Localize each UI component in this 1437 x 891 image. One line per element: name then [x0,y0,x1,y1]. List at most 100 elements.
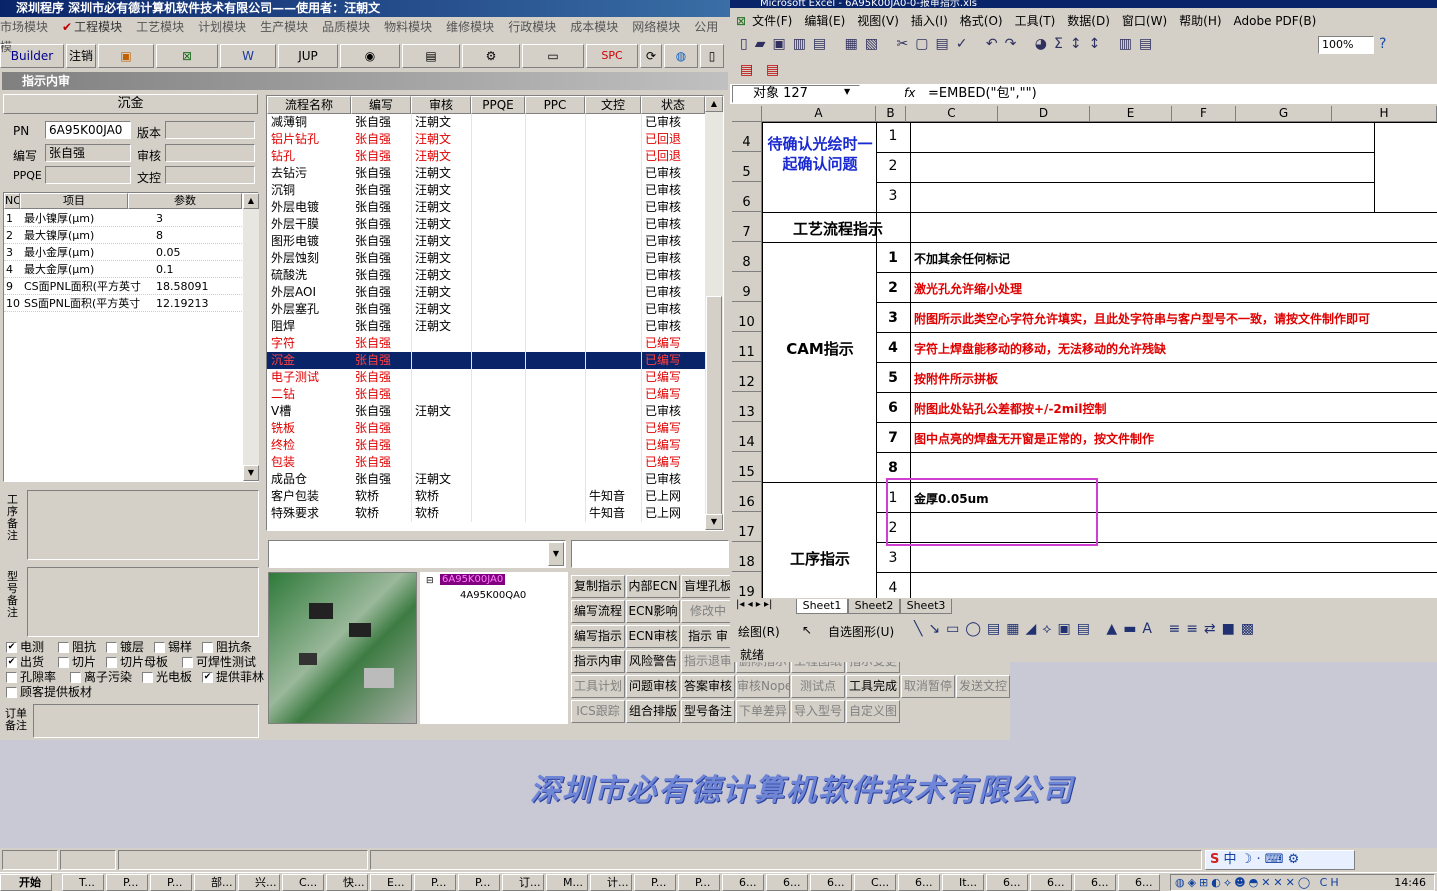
scroll-thumb[interactable] [706,296,722,516]
worksheet-grid[interactable]: A B C D E F G H 4 5 6 7 8 9 10 11 12 13 14 15 16 17 18 19 待确认光绘时… [732,106,1437,598]
refresh-icon[interactable]: ⟳ [640,44,662,68]
scroll-down-icon[interactable]: ▼ [705,514,723,530]
checkbox-box[interactable] [154,642,165,653]
column-header[interactable]: D [998,106,1090,122]
row-header[interactable]: 11 [732,332,762,362]
action-button[interactable]: 工具完成 [846,675,900,698]
start-button[interactable]: 开始 [0,874,52,891]
action-button[interactable]: 取消暂停 [901,675,955,698]
action-button[interactable]: ICS跟踪 [571,700,625,723]
checkbox-item[interactable]: 光电板 [142,668,192,685]
version-field[interactable] [165,121,255,139]
module-menu-item[interactable]: 工艺模块 [136,20,184,34]
action-button[interactable]: 问题审核 [626,675,680,698]
excel-menu-item[interactable]: 窗口(W) [1122,14,1167,28]
params-row[interactable]: 10 SS面PNL面积(平方英寸 12.19213 [4,295,242,312]
action-button[interactable]: 审核Nope [736,675,790,698]
action-button[interactable]: 发送文控 [956,675,1010,698]
checkbox-box[interactable] [202,642,213,653]
column-header[interactable]: H [1332,106,1437,122]
flow-row[interactable]: 阻焊 张自强 汪朝文 已审核 [267,318,705,335]
database-icon[interactable]: ▤ [402,44,460,68]
excel-menu-item[interactable]: 工具(T) [1015,14,1056,28]
process-note-field[interactable] [27,490,259,560]
jup-button[interactable]: JUP [278,44,338,68]
checkbox-box[interactable] [6,687,17,698]
row-header[interactable]: 8 [732,242,762,272]
excel-menu-item[interactable]: 数据(D) [1067,14,1110,28]
search-field[interactable] [571,540,729,568]
action-button[interactable]: ECN影响 [626,600,680,623]
cam-instruction[interactable]: 附图此处钻孔公差都按+/-2mil控制 [914,400,1434,417]
row-header[interactable]: 5 [732,152,762,182]
params-row[interactable]: 9 CS面PNL面积(平方英寸 18.58091 [4,278,242,295]
row-header[interactable]: 18 [732,542,762,572]
action-button[interactable]: 复制指示 [571,575,625,598]
excel-menu-item[interactable]: 帮助(H) [1179,14,1221,28]
taskbar-item[interactable]: 6... [810,874,852,891]
excel-menu-item[interactable]: 文件(F) [752,14,792,28]
action-button[interactable]: 指示退审 [681,650,735,673]
chevron-down-icon[interactable]: ▼ [548,542,564,566]
excel-menu-item[interactable]: 格式(O) [960,14,1003,28]
eye-icon[interactable]: ◉ [340,44,400,68]
flow-row[interactable]: 铝片钻孔 张自强 汪朝文 已回退 [267,131,705,148]
shape-icons[interactable]: ╲↘▭◯▤▦◢⟡▣▤ ▲▬A ≡≡⇄■▩ [914,621,1260,637]
action-button[interactable]: 型号备注 [681,700,735,723]
flow-row[interactable]: 沉金 张自强 已编写 [267,352,705,369]
formula-input[interactable]: =EMBED("包","") [928,85,1037,103]
cam-instruction[interactable]: 激光孔允许缩小处理 [914,280,1434,297]
tree-collapse-icon[interactable]: ⊟ [426,576,434,586]
doc-field[interactable] [165,166,255,184]
flow-column-header[interactable]: 状态 [641,96,705,114]
flow-row[interactable]: 终检 张自强 已编写 [267,437,705,454]
checkbox-box[interactable] [142,672,153,683]
taskbar-item[interactable]: 兴... [238,874,280,891]
sheet-nav-icon[interactable]: |◂ ◂ ▸ ▸| [736,599,772,610]
taskbar-item[interactable]: T... [62,874,104,891]
action-button[interactable]: 修改中 [681,600,735,623]
checkbox-box[interactable] [106,642,117,653]
logout-button[interactable]: 注销 [66,44,96,68]
cursor-icon[interactable]: ↖ [802,623,812,637]
taskbar-item[interactable]: 6... [1074,874,1116,891]
action-button[interactable]: 答案审核 [681,675,735,698]
params-column-header[interactable]: 参数 [128,193,242,209]
tray-icons[interactable]: ◍◈⊞◐⟡☻◓✕✕✕◯ CH [1175,875,1342,890]
module-menu-item[interactable]: 维修模块 [446,20,494,34]
flow-row[interactable]: 钻孔 张自强 汪朝文 已回退 [267,148,705,165]
checkbox-box[interactable]: ✔ [6,642,17,653]
taskbar-item[interactable]: 部... [194,874,236,891]
scroll-up-icon[interactable]: ▲ [705,96,723,112]
tools-icon[interactable]: ⚙ [462,44,520,68]
review-field[interactable] [165,144,255,162]
flow-row[interactable]: V槽 张自强 汪朝文 已审核 [267,403,705,420]
row-header[interactable]: 10 [732,302,762,332]
excel-icon[interactable]: ⊠ [156,44,218,68]
action-button[interactable]: 指示内审 [571,650,625,673]
cam-instruction[interactable]: 图中点亮的焊盘无开窗是正常的，按文件制作 [914,430,1434,447]
checkbox-item[interactable]: ✔ 提供菲林 [202,668,264,685]
help-icon[interactable]: ? [1379,36,1386,52]
scroll-down-icon[interactable]: ▼ [243,465,259,481]
checkbox-box[interactable] [58,642,69,653]
taskbar-item[interactable]: 计... [590,874,632,891]
flow-row[interactable]: 字符 张自强 已编写 [267,335,705,352]
flow-column-header[interactable]: 流程名称 [267,96,351,114]
action-button[interactable]: 组合排版 [626,700,680,723]
model-note-field[interactable] [27,567,259,637]
taskbar-item[interactable]: It... [942,874,984,891]
action-button[interactable]: 工具计划 [571,675,625,698]
chevron-down-icon[interactable]: ▼ [844,87,850,96]
sheet-tab[interactable]: Sheet2 [848,599,900,614]
flow-column-header[interactable]: 文控 [585,96,641,114]
flow-row[interactable]: 二钻 张自强 已编写 [267,386,705,403]
column-header[interactable]: C [906,106,998,122]
taskbar-item[interactable]: C... [282,874,324,891]
report-icon[interactable]: ▣ [98,44,154,68]
flow-row[interactable]: 铣板 张自强 已编写 [267,420,705,437]
params-scrollbar[interactable]: ▲ ▼ [243,193,259,481]
ime-toolbar[interactable]: S 中 ☽ · ⌨ ⚙ [1205,850,1355,870]
tree-child[interactable]: 4A95K00QA0 [460,590,526,601]
taskbar-item[interactable]: 快... [326,874,368,891]
